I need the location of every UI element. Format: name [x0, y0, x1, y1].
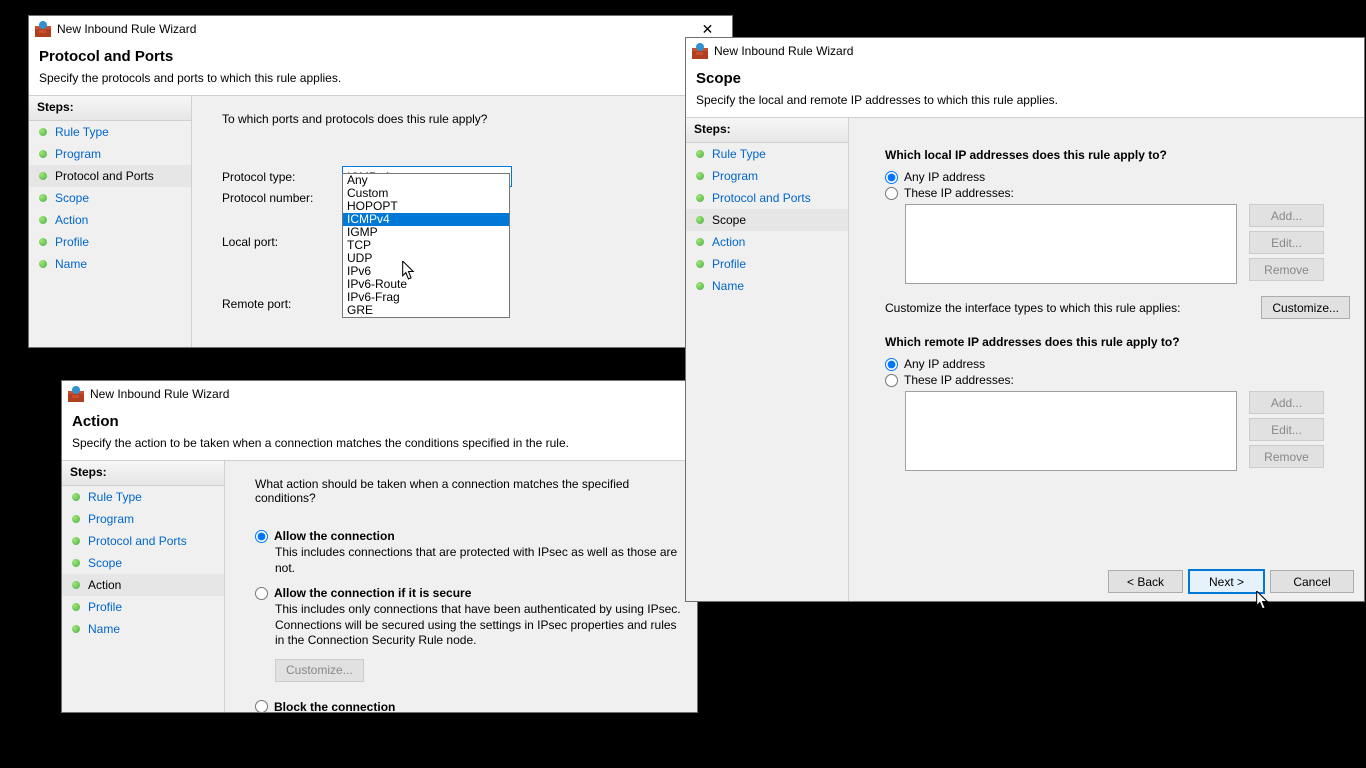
sidebar-step[interactable]: Action [29, 209, 191, 231]
remote-ip-prompt: Which remote IP addresses does this rule… [885, 335, 1350, 349]
sidebar-step: Protocol and Ports [29, 165, 191, 187]
sidebar-step[interactable]: Program [29, 143, 191, 165]
firewall-icon [692, 43, 708, 59]
sidebar-step[interactable]: Name [686, 275, 848, 297]
customize-interface-button[interactable]: Customize... [1261, 296, 1350, 319]
sidebar-step[interactable]: Rule Type [686, 143, 848, 165]
protocol-type-dropdown[interactable]: AnyCustomHOPOPTICMPv4IGMPTCPUDPIPv6IPv6-… [342, 173, 510, 318]
steps-header: Steps: [686, 118, 848, 143]
remote-port-label: Remote port: [222, 297, 342, 311]
dropdown-option[interactable]: GRE [343, 304, 509, 317]
window-title: New Inbound Rule Wizard [57, 22, 685, 36]
window-title: New Inbound Rule Wizard [714, 44, 1362, 58]
page-title: Action [72, 413, 687, 430]
sidebar-step[interactable]: Protocol and Ports [62, 530, 224, 552]
local-port-label: Local port: [222, 235, 342, 249]
sidebar-step[interactable]: Name [62, 618, 224, 640]
local-these-ip-radio[interactable]: These IP addresses: [885, 186, 1350, 200]
titlebar: New Inbound Rule Wizard [686, 38, 1364, 64]
local-remove-button: Remove [1249, 258, 1324, 281]
steps-sidebar: Steps: Rule TypeProgramProtocol and Port… [62, 460, 225, 712]
local-ip-list [905, 204, 1237, 284]
allow-connection-radio[interactable]: Allow the connection [255, 529, 683, 543]
block-connection-radio[interactable]: Block the connection [255, 700, 683, 714]
titlebar: New Inbound Rule Wizard [62, 381, 697, 407]
sidebar-step[interactable]: Rule Type [62, 486, 224, 508]
sidebar-step[interactable]: Scope [29, 187, 191, 209]
customize-button: Customize... [275, 659, 364, 682]
remote-add-button: Add... [1249, 391, 1324, 414]
prompt-text: To which ports and protocols does this r… [222, 112, 718, 126]
remote-ip-list [905, 391, 1237, 471]
remote-edit-button: Edit... [1249, 418, 1324, 441]
remote-any-ip-radio[interactable]: Any IP address [885, 357, 1350, 371]
page-subtitle: Specify the local and remote IP addresse… [696, 93, 1354, 107]
allow-secure-radio[interactable]: Allow the connection if it is secure [255, 586, 683, 600]
page-subtitle: Specify the protocols and ports to which… [39, 71, 722, 85]
local-add-button: Add... [1249, 204, 1324, 227]
local-any-ip-radio[interactable]: Any IP address [885, 170, 1350, 184]
sidebar-step[interactable]: Protocol and Ports [686, 187, 848, 209]
interface-customize-label: Customize the interface types to which t… [885, 301, 1249, 315]
sidebar-step: Scope [686, 209, 848, 231]
protocol-number-label: Protocol number: [222, 191, 342, 205]
sidebar-step[interactable]: Profile [62, 596, 224, 618]
firewall-icon [68, 386, 84, 402]
sidebar-step[interactable]: Scope [62, 552, 224, 574]
cancel-button[interactable]: Cancel [1270, 570, 1354, 593]
remote-remove-button: Remove [1249, 445, 1324, 468]
titlebar: New Inbound Rule Wizard ✕ [29, 16, 732, 42]
page-title: Scope [696, 70, 1354, 87]
sidebar-step: Action [62, 574, 224, 596]
sidebar-step[interactable]: Name [29, 253, 191, 275]
local-edit-button: Edit... [1249, 231, 1324, 254]
sidebar-step[interactable]: Rule Type [29, 121, 191, 143]
page-title: Protocol and Ports [39, 48, 722, 65]
page-subtitle: Specify the action to be taken when a co… [72, 436, 687, 450]
steps-sidebar: Steps: Rule TypeProgramProtocol and Port… [29, 95, 192, 347]
local-ip-prompt: Which local IP addresses does this rule … [885, 148, 1350, 162]
steps-sidebar: Steps: Rule TypeProgramProtocol and Port… [686, 117, 849, 601]
protocol-type-label: Protocol type: [222, 170, 342, 184]
sidebar-step[interactable]: Program [62, 508, 224, 530]
back-button[interactable]: < Back [1108, 570, 1183, 593]
sidebar-step[interactable]: Program [686, 165, 848, 187]
window-title: New Inbound Rule Wizard [90, 387, 695, 401]
sidebar-step[interactable]: Action [686, 231, 848, 253]
allow-connection-desc: This includes connections that are prote… [275, 545, 683, 576]
next-button[interactable]: Next > [1189, 570, 1264, 593]
allow-secure-desc: This includes only connections that have… [275, 602, 683, 649]
steps-header: Steps: [29, 96, 191, 121]
prompt-text: What action should be taken when a conne… [255, 477, 683, 505]
sidebar-step[interactable]: Profile [29, 231, 191, 253]
sidebar-step[interactable]: Profile [686, 253, 848, 275]
remote-these-ip-radio[interactable]: These IP addresses: [885, 373, 1350, 387]
steps-header: Steps: [62, 461, 224, 486]
firewall-icon [35, 21, 51, 37]
